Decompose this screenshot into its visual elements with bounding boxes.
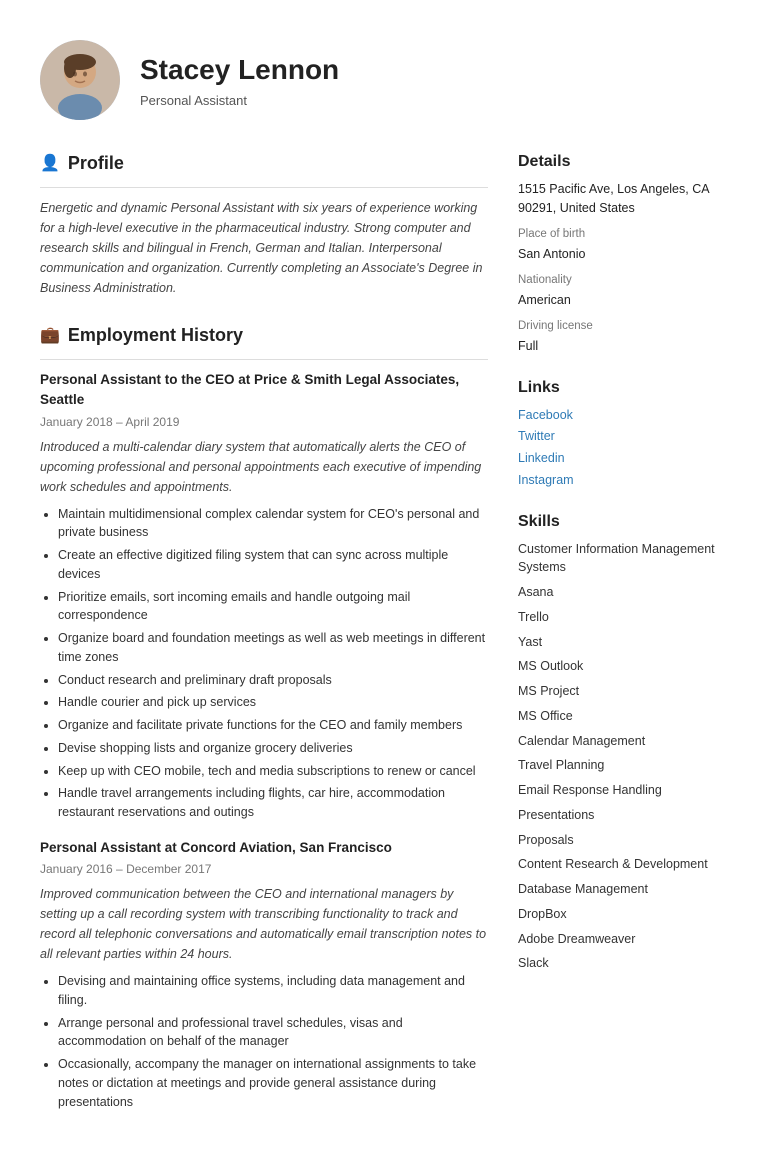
links-title: Links	[518, 376, 728, 400]
list-item: Create an effective digitized filing sys…	[58, 546, 488, 584]
candidate-name: Stacey Lennon	[140, 49, 339, 91]
links-section: Links Facebook Twitter Linkedin Instagra…	[518, 376, 728, 490]
right-column: Details 1515 Pacific Ave, Los Angeles, C…	[518, 150, 728, 1135]
left-column: 👤 Profile Energetic and dynamic Personal…	[40, 150, 488, 1135]
profile-title: 👤 Profile	[40, 150, 488, 177]
list-item: Conduct research and preliminary draft p…	[58, 671, 488, 690]
employment-section: 💼 Employment History Personal Assistant …	[40, 322, 488, 1111]
profile-divider	[40, 187, 488, 188]
resume-page: Stacey Lennon Personal Assistant 👤 Profi…	[0, 0, 768, 1175]
job-2-dates: January 2016 – December 2017	[40, 860, 488, 878]
skill-item: Presentations	[518, 806, 728, 825]
skill-item: MS Project	[518, 682, 728, 701]
link-linkedin[interactable]: Linkedin	[518, 449, 728, 468]
list-item: Occasionally, accompany the manager on i…	[58, 1055, 488, 1111]
list-item: Arrange personal and professional travel…	[58, 1014, 488, 1052]
profile-icon: 👤	[40, 152, 60, 176]
employment-divider	[40, 359, 488, 360]
skills-section: Skills Customer Information Management S…	[518, 510, 728, 974]
skill-item: Customer Information Management Systems	[518, 540, 728, 578]
skill-item: Trello	[518, 608, 728, 627]
skill-item: MS Outlook	[518, 657, 728, 676]
header-info: Stacey Lennon Personal Assistant	[140, 49, 339, 111]
candidate-title: Personal Assistant	[140, 91, 339, 111]
nationality-label: Nationality	[518, 272, 728, 289]
skill-item: Adobe Dreamweaver	[518, 930, 728, 949]
nationality-value: American	[518, 291, 728, 310]
skill-item: Travel Planning	[518, 756, 728, 775]
profile-text: Energetic and dynamic Personal Assistant…	[40, 198, 488, 298]
skill-item: Calendar Management	[518, 732, 728, 751]
skill-item: Yast	[518, 633, 728, 652]
employment-title: 💼 Employment History	[40, 322, 488, 349]
address: 1515 Pacific Ave, Los Angeles, CA 90291,…	[518, 180, 728, 218]
list-item: Keep up with CEO mobile, tech and media …	[58, 762, 488, 781]
job-1: Personal Assistant to the CEO at Price &…	[40, 370, 488, 822]
list-item: Prioritize emails, sort incoming emails …	[58, 588, 488, 626]
skill-item: Asana	[518, 583, 728, 602]
main-content: 👤 Profile Energetic and dynamic Personal…	[40, 150, 728, 1135]
employment-icon: 💼	[40, 324, 60, 348]
profile-section: 👤 Profile Energetic and dynamic Personal…	[40, 150, 488, 298]
skill-item: Proposals	[518, 831, 728, 850]
list-item: Organize and facilitate private function…	[58, 716, 488, 735]
avatar	[40, 40, 120, 120]
job-2-desc: Improved communication between the CEO a…	[40, 884, 488, 964]
skill-item: DropBox	[518, 905, 728, 924]
list-item: Handle courier and pick up services	[58, 693, 488, 712]
list-item: Organize board and foundation meetings a…	[58, 629, 488, 667]
details-title: Details	[518, 150, 728, 174]
skill-item: Content Research & Development	[518, 855, 728, 874]
skill-item: Email Response Handling	[518, 781, 728, 800]
list-item: Handle travel arrangements including fli…	[58, 784, 488, 822]
driving-value: Full	[518, 337, 728, 356]
skill-item: Slack	[518, 954, 728, 973]
job-1-title: Personal Assistant to the CEO at Price &…	[40, 370, 488, 411]
skill-item: Database Management	[518, 880, 728, 899]
link-facebook[interactable]: Facebook	[518, 406, 728, 425]
skills-title: Skills	[518, 510, 728, 534]
job-2-title: Personal Assistant at Concord Aviation, …	[40, 838, 488, 858]
pob-value: San Antonio	[518, 245, 728, 264]
header: Stacey Lennon Personal Assistant	[40, 40, 728, 120]
job-1-bullets: Maintain multidimensional complex calend…	[40, 505, 488, 822]
driving-label: Driving license	[518, 318, 728, 335]
link-instagram[interactable]: Instagram	[518, 471, 728, 490]
list-item: Devise shopping lists and organize groce…	[58, 739, 488, 758]
job-1-desc: Introduced a multi-calendar diary system…	[40, 437, 488, 497]
list-item: Devising and maintaining office systems,…	[58, 972, 488, 1010]
pob-label: Place of birth	[518, 226, 728, 243]
job-2-bullets: Devising and maintaining office systems,…	[40, 972, 488, 1111]
skills-list: Customer Information Management Systems A…	[518, 540, 728, 974]
list-item: Maintain multidimensional complex calend…	[58, 505, 488, 543]
link-twitter[interactable]: Twitter	[518, 427, 728, 446]
details-section: Details 1515 Pacific Ave, Los Angeles, C…	[518, 150, 728, 356]
job-1-dates: January 2018 – April 2019	[40, 413, 488, 431]
skill-item: MS Office	[518, 707, 728, 726]
job-2: Personal Assistant at Concord Aviation, …	[40, 838, 488, 1112]
